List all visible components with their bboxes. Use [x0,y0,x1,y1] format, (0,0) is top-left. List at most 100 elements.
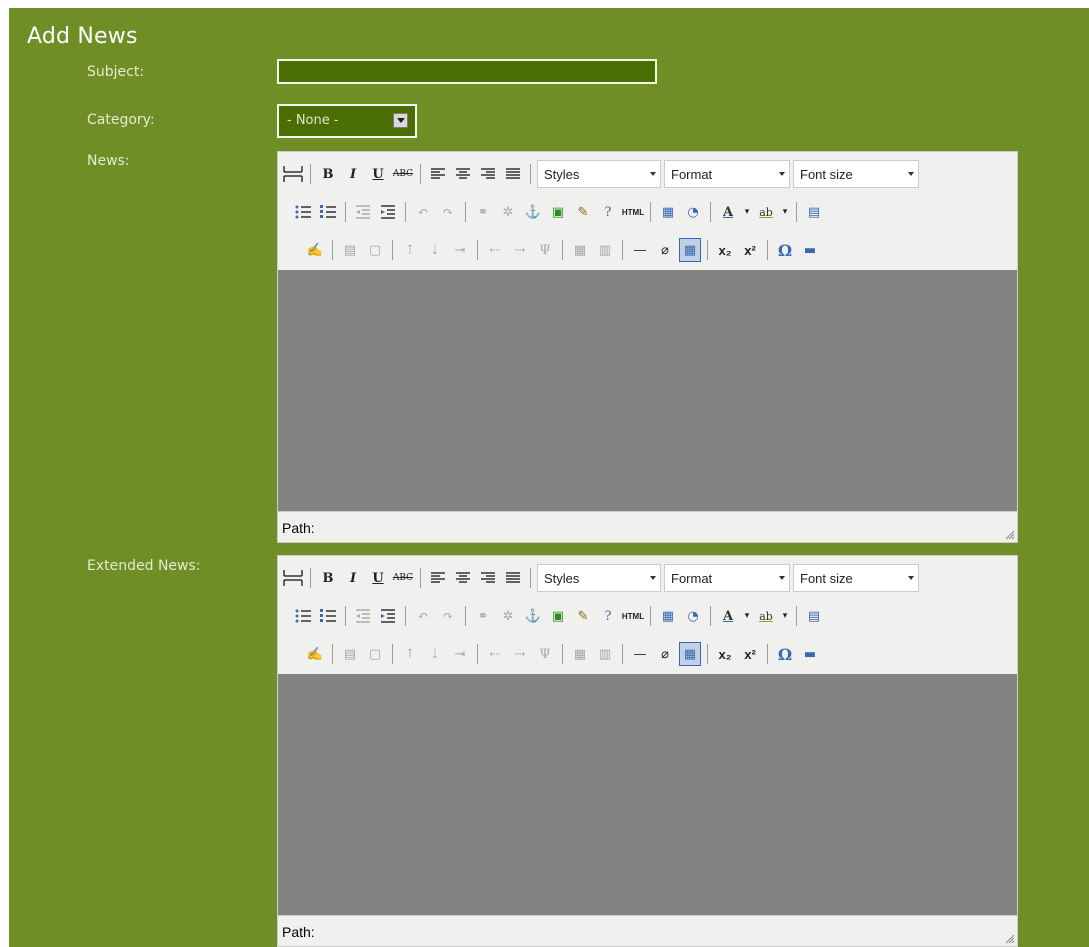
redo-icon[interactable]: ↷ [437,604,459,628]
table-row-props-icon[interactable]: ▤ [339,238,361,262]
italic-button[interactable]: I [342,566,364,590]
resize-handle-icon[interactable] [1005,934,1015,944]
image-icon[interactable]: ▣ [547,200,569,224]
col-before-icon[interactable]: ⇠ [484,238,506,262]
chevron-down-icon[interactable] [393,113,408,128]
table-row-props-icon[interactable]: ▤ [339,642,361,666]
fullscreen-icon[interactable]: ▤ [803,200,825,224]
subscript-button[interactable]: x₂ [714,642,736,666]
special-char-button[interactable]: Ω [774,238,796,262]
strikethrough-button[interactable]: ABC [392,566,414,590]
styles-dropdown[interactable]: Styles [537,564,661,592]
bold-button[interactable]: B [317,162,339,186]
delete-row-icon[interactable]: ⇥ [449,642,471,666]
fontsize-dropdown[interactable]: Font size [793,160,919,188]
row-before-icon[interactable]: ⇡ [399,642,421,666]
visual-aid-icon[interactable]: ▬ [799,238,821,262]
superscript-button[interactable]: x² [739,642,761,666]
cleanup-icon[interactable]: ✎ [572,200,594,224]
remove-format-icon[interactable]: ⌀ [654,642,676,666]
category-select[interactable]: - None - [277,104,417,138]
redo-icon[interactable]: ↷ [437,200,459,224]
anchor-icon[interactable]: ⚓ [522,604,544,628]
resize-handle-icon[interactable] [1005,530,1015,540]
edit-css-icon[interactable]: ✍ [304,238,326,262]
unlink-icon[interactable]: ✲ [497,604,519,628]
undo-icon[interactable]: ↶ [412,200,434,224]
align-justify-icon[interactable] [502,162,524,186]
news-content-area[interactable] [278,270,1017,511]
format-dropdown[interactable]: Format [664,564,790,592]
pagebreak-icon[interactable] [282,162,304,186]
fontsize-dropdown[interactable]: Font size [793,564,919,592]
italic-button[interactable]: I [342,162,364,186]
html-button[interactable]: HTML [622,200,644,224]
text-color-button[interactable]: A [717,200,739,224]
align-left-icon[interactable] [427,566,449,590]
align-center-icon[interactable] [452,566,474,590]
outdent-icon[interactable] [352,604,374,628]
highlight-color-button[interactable]: ab [755,200,777,224]
insert-time-icon[interactable]: ◔ [682,604,704,628]
horizontal-rule-icon[interactable]: — [629,642,651,666]
outdent-icon[interactable] [352,200,374,224]
chevron-down-icon[interactable]: ▾ [742,200,752,224]
numbered-list-icon[interactable] [317,604,339,628]
styles-dropdown[interactable]: Styles [537,160,661,188]
align-right-icon[interactable] [477,162,499,186]
link-icon[interactable]: ⚭ [472,604,494,628]
align-center-icon[interactable] [452,162,474,186]
indent-icon[interactable] [377,200,399,224]
extended-news-content-area[interactable] [278,674,1017,915]
underline-button[interactable]: U [367,162,389,186]
unlink-icon[interactable]: ✲ [497,200,519,224]
html-button[interactable]: HTML [622,604,644,628]
help-icon[interactable]: ? [597,604,619,628]
help-icon[interactable]: ? [597,200,619,224]
insert-time-icon[interactable]: ◔ [682,200,704,224]
merge-cells-icon[interactable]: ▥ [594,238,616,262]
merge-cells-icon[interactable]: ▥ [594,642,616,666]
strikethrough-button[interactable]: ABC [392,162,414,186]
delete-row-icon[interactable]: ⇥ [449,238,471,262]
edit-css-icon[interactable]: ✍ [304,642,326,666]
horizontal-rule-icon[interactable]: — [629,238,651,262]
bullet-list-icon[interactable] [292,604,314,628]
numbered-list-icon[interactable] [317,200,339,224]
fullscreen-icon[interactable]: ▤ [803,604,825,628]
col-after-icon[interactable]: ⇢ [509,238,531,262]
format-dropdown[interactable]: Format [664,160,790,188]
split-cells-icon[interactable]: ▦ [569,642,591,666]
subject-input[interactable] [277,59,657,84]
link-icon[interactable]: ⚭ [472,200,494,224]
chevron-down-icon[interactable]: ▾ [780,200,790,224]
bold-button[interactable]: B [317,566,339,590]
row-after-icon[interactable]: ⇣ [424,642,446,666]
text-color-button[interactable]: A [717,604,739,628]
undo-icon[interactable]: ↶ [412,604,434,628]
row-after-icon[interactable]: ⇣ [424,238,446,262]
superscript-button[interactable]: x² [739,238,761,262]
table-icon[interactable]: ▦ [679,238,701,262]
special-char-button[interactable]: Ω [774,642,796,666]
highlight-color-button[interactable]: ab [755,604,777,628]
table-icon[interactable]: ▦ [679,642,701,666]
underline-button[interactable]: U [367,566,389,590]
image-icon[interactable]: ▣ [547,604,569,628]
insert-date-icon[interactable]: ▦ [657,604,679,628]
table-cell-props-icon[interactable]: ▢ [364,642,386,666]
delete-col-icon[interactable]: Ψ [534,642,556,666]
col-after-icon[interactable]: ⇢ [509,642,531,666]
subscript-button[interactable]: x₂ [714,238,736,262]
visual-aid-icon[interactable]: ▬ [799,642,821,666]
table-cell-props-icon[interactable]: ▢ [364,238,386,262]
anchor-icon[interactable]: ⚓ [522,200,544,224]
insert-date-icon[interactable]: ▦ [657,200,679,224]
delete-col-icon[interactable]: Ψ [534,238,556,262]
align-right-icon[interactable] [477,566,499,590]
bullet-list-icon[interactable] [292,200,314,224]
indent-icon[interactable] [377,604,399,628]
align-left-icon[interactable] [427,162,449,186]
chevron-down-icon[interactable]: ▾ [780,604,790,628]
pagebreak-icon[interactable] [282,566,304,590]
